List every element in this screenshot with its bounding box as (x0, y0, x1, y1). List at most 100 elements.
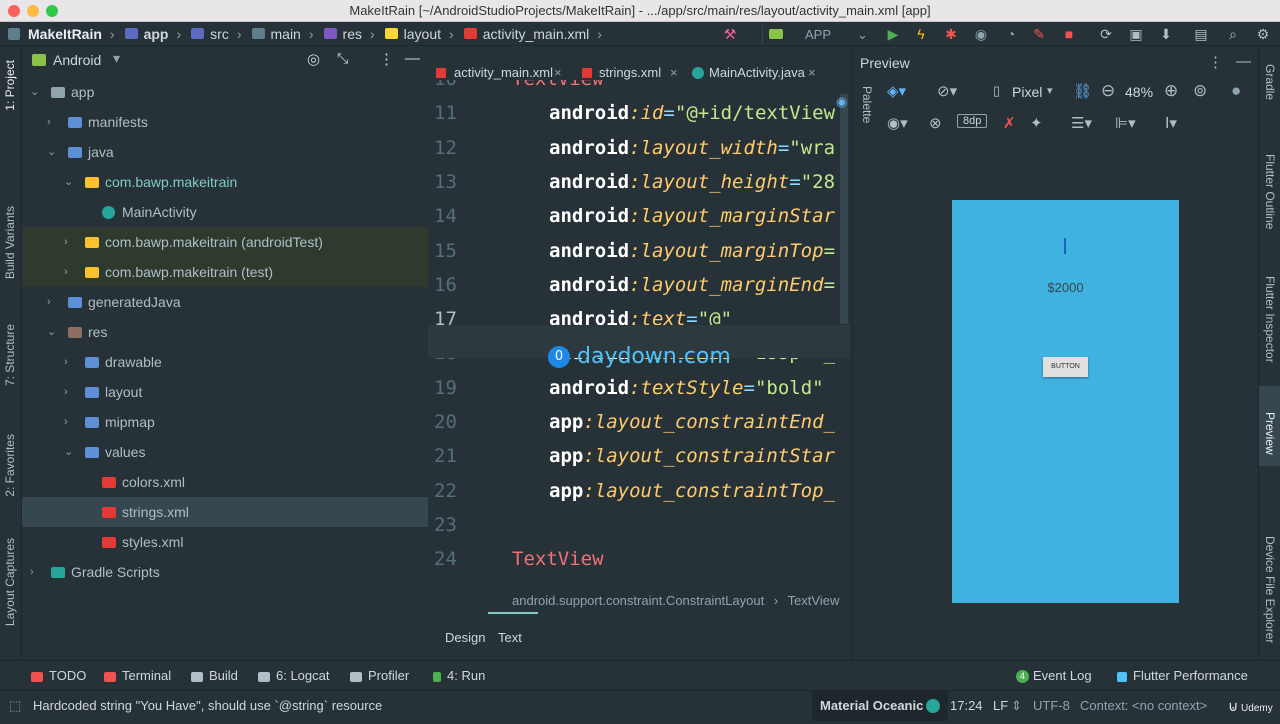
coverage-icon[interactable]: ◉ (973, 26, 989, 42)
close-window-button[interactable] (8, 5, 20, 17)
tree-item[interactable]: › Gradle Scripts (22, 557, 428, 587)
chevron-right-icon[interactable]: › (47, 287, 51, 317)
xml-breadcrumb-child[interactable]: TextView (788, 593, 840, 608)
hide-panel-icon[interactable]: — (405, 50, 420, 67)
code-line[interactable]: TextView (512, 80, 604, 90)
tab-layout-captures[interactable]: Layout Captures (3, 538, 19, 626)
sdk-manager-icon[interactable]: ⬇ (1158, 26, 1174, 42)
guidelines-icon[interactable]: Ⅰ▾ (1165, 114, 1177, 132)
breadcrumb-res[interactable]: res (343, 26, 362, 42)
device-select[interactable]: Pixel (1012, 84, 1042, 100)
chevron-down-icon[interactable]: ⌄ (64, 167, 73, 197)
tab-flutter-outline[interactable]: Flutter Outline (1263, 154, 1277, 229)
code-line[interactable]: android:layout_marginStar (549, 205, 835, 227)
tab-flutter-inspector[interactable]: Flutter Inspector (1263, 276, 1277, 363)
breadcrumb-app[interactable]: app (144, 26, 169, 42)
breadcrumb-src[interactable]: src (210, 26, 229, 42)
hammer-icon[interactable]: ⚒ (722, 26, 738, 42)
code-line[interactable]: android:layout_width="wra (549, 137, 835, 159)
code-line[interactable]: android:text="@" (549, 308, 732, 330)
eye-icon[interactable]: ◉ (836, 94, 847, 110)
palette-tab[interactable]: Palette (860, 86, 874, 123)
tree-item[interactable]: ⌄ values (22, 437, 428, 467)
breadcrumb-main[interactable]: main (271, 26, 301, 42)
search-icon[interactable]: ⌕ (1225, 26, 1241, 42)
chevron-down-icon[interactable]: ⌄ (30, 77, 39, 107)
logcat-button[interactable]: 6: Logcat (258, 661, 330, 691)
orientation-icon[interactable]: ⊘▾ (937, 82, 957, 100)
tree-item[interactable]: ⌄ res (22, 317, 428, 347)
align-icon[interactable]: ⊫▾ (1115, 114, 1136, 132)
link-icon[interactable]: ⛓ (1073, 82, 1092, 100)
caret-position[interactable]: 17:24 (950, 691, 983, 721)
code-line[interactable]: android:textStyle="bold" (549, 377, 824, 399)
project-structure-icon[interactable]: ▤ (1193, 26, 1209, 42)
terminal-button[interactable]: Terminal (104, 661, 171, 691)
run-tool-button[interactable]: 4: Run (433, 661, 485, 691)
settings-icon[interactable]: ⚙ (1255, 26, 1271, 42)
tab-preview[interactable]: Preview (1263, 412, 1277, 455)
run-icon[interactable]: ▶ (885, 26, 901, 42)
more-options-icon[interactable]: ⋮ (379, 50, 394, 68)
layers-icon[interactable]: ◈▾ (887, 82, 906, 100)
apply-changes-icon[interactable]: ϟ (913, 26, 929, 42)
tab-project[interactable]: 1: Project (3, 60, 19, 111)
view-mode-select[interactable]: Android (53, 52, 101, 68)
tree-item[interactable]: › drawable (22, 347, 428, 377)
amount-textview[interactable]: $2000 (952, 280, 1179, 295)
more-options-icon[interactable]: ⋮ (1208, 53, 1223, 71)
pack-icon[interactable]: ☰▾ (1071, 114, 1092, 132)
build-button[interactable]: Build (191, 661, 238, 691)
zoom-out-icon[interactable]: ⊖ (1101, 81, 1115, 101)
chevron-right-icon[interactable]: › (64, 257, 68, 287)
chevron-down-icon[interactable]: ▾ (113, 50, 120, 67)
toggle-tool-windows-icon[interactable]: ⬚ (9, 691, 21, 721)
code-line[interactable]: android:layout_marginEnd= (549, 274, 835, 296)
avd-manager-icon[interactable]: ▣ (1128, 26, 1144, 42)
tree-item[interactable]: › com.bawp.makeitrain (androidTest) (22, 227, 428, 257)
code-line[interactable]: app:layout_constraintStar (549, 445, 835, 467)
chevron-right-icon[interactable]: › (30, 557, 34, 587)
breadcrumb-file[interactable]: activity_main.xml (483, 26, 590, 42)
tab-device-file-explorer[interactable]: Device File Explorer (1263, 536, 1277, 643)
code-line[interactable]: TextView (512, 548, 604, 570)
code-line[interactable]: app:layout_constraintEnd_ (549, 411, 835, 433)
eye-icon[interactable]: ◉▾ (887, 114, 908, 132)
clear-constraints-icon[interactable]: ✗ (1003, 114, 1016, 132)
tree-item[interactable]: ⌄ java (22, 137, 428, 167)
default-margin[interactable]: 8dp (957, 114, 988, 128)
tree-item[interactable]: › layout (22, 377, 428, 407)
profile-icon[interactable]: ◔ (1003, 26, 1019, 42)
xml-breadcrumb-parent[interactable]: android.support.constraint.ConstraintLay… (512, 593, 764, 608)
tab-favorites[interactable]: 2: Favorites (3, 434, 19, 497)
breadcrumb-project[interactable]: MakeItRain (28, 26, 102, 42)
tab-structure[interactable]: 7: Structure (3, 324, 19, 386)
profiler-button[interactable]: Profiler (350, 661, 409, 691)
chevron-right-icon[interactable]: › (64, 407, 68, 437)
chevron-right-icon[interactable]: › (47, 107, 51, 137)
event-log-button[interactable]: 4 Event Log (1016, 661, 1092, 691)
chevron-down-icon[interactable]: ⌄ (47, 317, 56, 347)
code-line[interactable]: app:layout_constraintTop_ (549, 480, 835, 502)
file-encoding[interactable]: UTF-8 (1033, 691, 1070, 721)
code-line[interactable]: android:layout_height="28 (549, 171, 835, 193)
sync-gradle-icon[interactable]: ⟳ (1098, 26, 1114, 42)
target-icon[interactable]: ◎ (307, 50, 320, 68)
run-config-select[interactable]: APP ⌄ (762, 25, 870, 44)
autoconnect-off-icon[interactable]: ⊗ (929, 114, 942, 132)
tab-design[interactable]: Design (445, 630, 485, 645)
zoom-in-icon[interactable]: ⊕ (1164, 81, 1178, 101)
tree-item[interactable]: ⌄ app (22, 77, 428, 107)
chevron-right-icon[interactable]: › (64, 377, 68, 407)
todo-button[interactable]: TODO (31, 661, 86, 691)
tab-build-variants[interactable]: Build Variants (3, 206, 19, 279)
tree-item[interactable]: › mipmap (22, 407, 428, 437)
tree-item[interactable]: MainActivity (22, 197, 428, 227)
code-line[interactable]: android:layout_marginTop= (549, 240, 835, 262)
tree-item[interactable]: colors.xml (22, 467, 428, 497)
chevron-down-icon[interactable]: ⌄ (47, 137, 56, 167)
infer-constraints-icon[interactable]: ✦ (1030, 114, 1043, 132)
tab-gradle[interactable]: Gradle (1263, 64, 1277, 100)
chevron-right-icon[interactable]: › (64, 227, 68, 257)
chevron-right-icon[interactable]: › (64, 347, 68, 377)
